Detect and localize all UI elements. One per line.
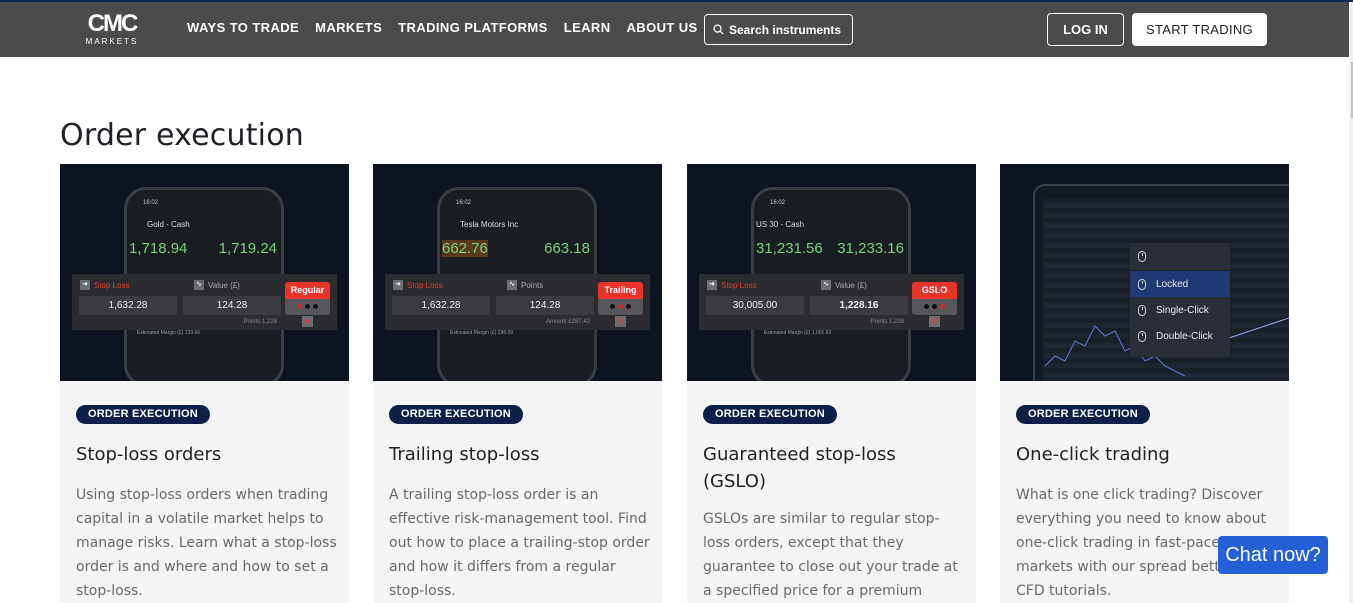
category-tag[interactable]: ORDER EXECUTION (76, 405, 210, 424)
close-icon: ✕ (929, 316, 940, 327)
search-icon (713, 24, 724, 35)
card-image-stop-loss: 16:02 Gold - Cash 1,718.94 1,719.24 Esti… (60, 164, 349, 381)
arrow-icon: ➜ (393, 280, 403, 290)
close-icon: ✕ (302, 316, 313, 327)
category-tag[interactable]: ORDER EXECUTION (389, 405, 523, 424)
login-button[interactable]: LOG IN (1047, 13, 1124, 46)
card-description: GSLOs are similar to regular stop-loss o… (703, 511, 958, 599)
toggle-icon: ∿ (194, 280, 204, 290)
card-image-one-click: Locked Single-Click Double-Click (1000, 164, 1289, 381)
card-image-trailing-stop: 16:02 Tesla Motors Inc 662.76 663.18 Est… (373, 164, 662, 381)
close-icon: ✕ (615, 316, 626, 327)
order-panel: ➜ Stop Loss ∿ Value (£) 1,632.28 124.28 Re… (72, 274, 337, 330)
chat-now-button[interactable]: Chat now? (1218, 536, 1328, 574)
mouse-icon (1138, 330, 1146, 342)
card-title[interactable]: One-click trading (1016, 441, 1276, 468)
menu-item-single-click: Single-Click (1130, 297, 1230, 323)
nav-markets[interactable]: MARKETS (315, 20, 382, 35)
article-card[interactable]: 16:02 Tesla Motors Inc 662.76 663.18 Est… (373, 164, 662, 603)
mouse-icon (1138, 278, 1146, 290)
order-panel: ➜ Stop Loss ∿ Points 1,632.28 124.28 Trail… (385, 274, 650, 330)
laptop-mockup: Locked Single-Click Double-Click (1033, 184, 1289, 381)
start-trading-button[interactable]: START TRADING (1132, 13, 1267, 46)
card-image-gslo: 16:02 US 30 - Cash 31,231.56 31,233.16 E… (687, 164, 976, 381)
search-instruments-button[interactable]: Search instruments (704, 14, 853, 45)
card-title[interactable]: Guaranteed stop-loss (GSLO) (703, 441, 963, 495)
nav-ways-to-trade[interactable]: WAYS TO TRADE (187, 20, 299, 35)
one-click-menu: Locked Single-Click Double-Click (1130, 243, 1230, 357)
mouse-icon (1138, 251, 1146, 262)
toggle-icon: ∿ (821, 280, 831, 290)
site-header: CMC MARKETS WAYS TO TRADE MARKETS TRADIN… (0, 2, 1340, 57)
mouse-icon (1138, 304, 1146, 316)
section-title: Order execution (60, 118, 304, 153)
article-card[interactable]: 16:02 US 30 - Cash 31,231.56 31,233.16 E… (687, 164, 976, 603)
menu-item-locked: Locked (1130, 271, 1230, 297)
card-title[interactable]: Trailing stop-loss (389, 441, 649, 468)
arrow-icon: ➜ (80, 280, 90, 290)
main-nav: WAYS TO TRADE MARKETS TRADING PLATFORMS … (187, 20, 698, 35)
order-panel: ➜ Stop Loss ∿ Value (£) 30,005.00 1,228.16… (699, 274, 964, 330)
cmc-logo[interactable]: CMC MARKETS (82, 12, 142, 48)
toggle-icon: ∿ (507, 280, 517, 290)
nav-learn[interactable]: LEARN (564, 20, 611, 35)
card-title[interactable]: Stop-loss orders (76, 441, 336, 468)
article-card[interactable]: 16:02 Gold - Cash 1,718.94 1,719.24 Esti… (60, 164, 349, 603)
category-tag[interactable]: ORDER EXECUTION (1016, 405, 1150, 424)
category-tag[interactable]: ORDER EXECUTION (703, 405, 837, 424)
arrow-icon: ➜ (707, 280, 717, 290)
card-description: Using stop-loss orders when trading capi… (76, 487, 337, 599)
menu-item-double-click: Double-Click (1130, 323, 1230, 349)
card-description: A trailing stop-loss order is an effecti… (389, 487, 650, 599)
nav-trading-platforms[interactable]: TRADING PLATFORMS (398, 20, 548, 35)
nav-about-us[interactable]: ABOUT US (627, 20, 698, 35)
